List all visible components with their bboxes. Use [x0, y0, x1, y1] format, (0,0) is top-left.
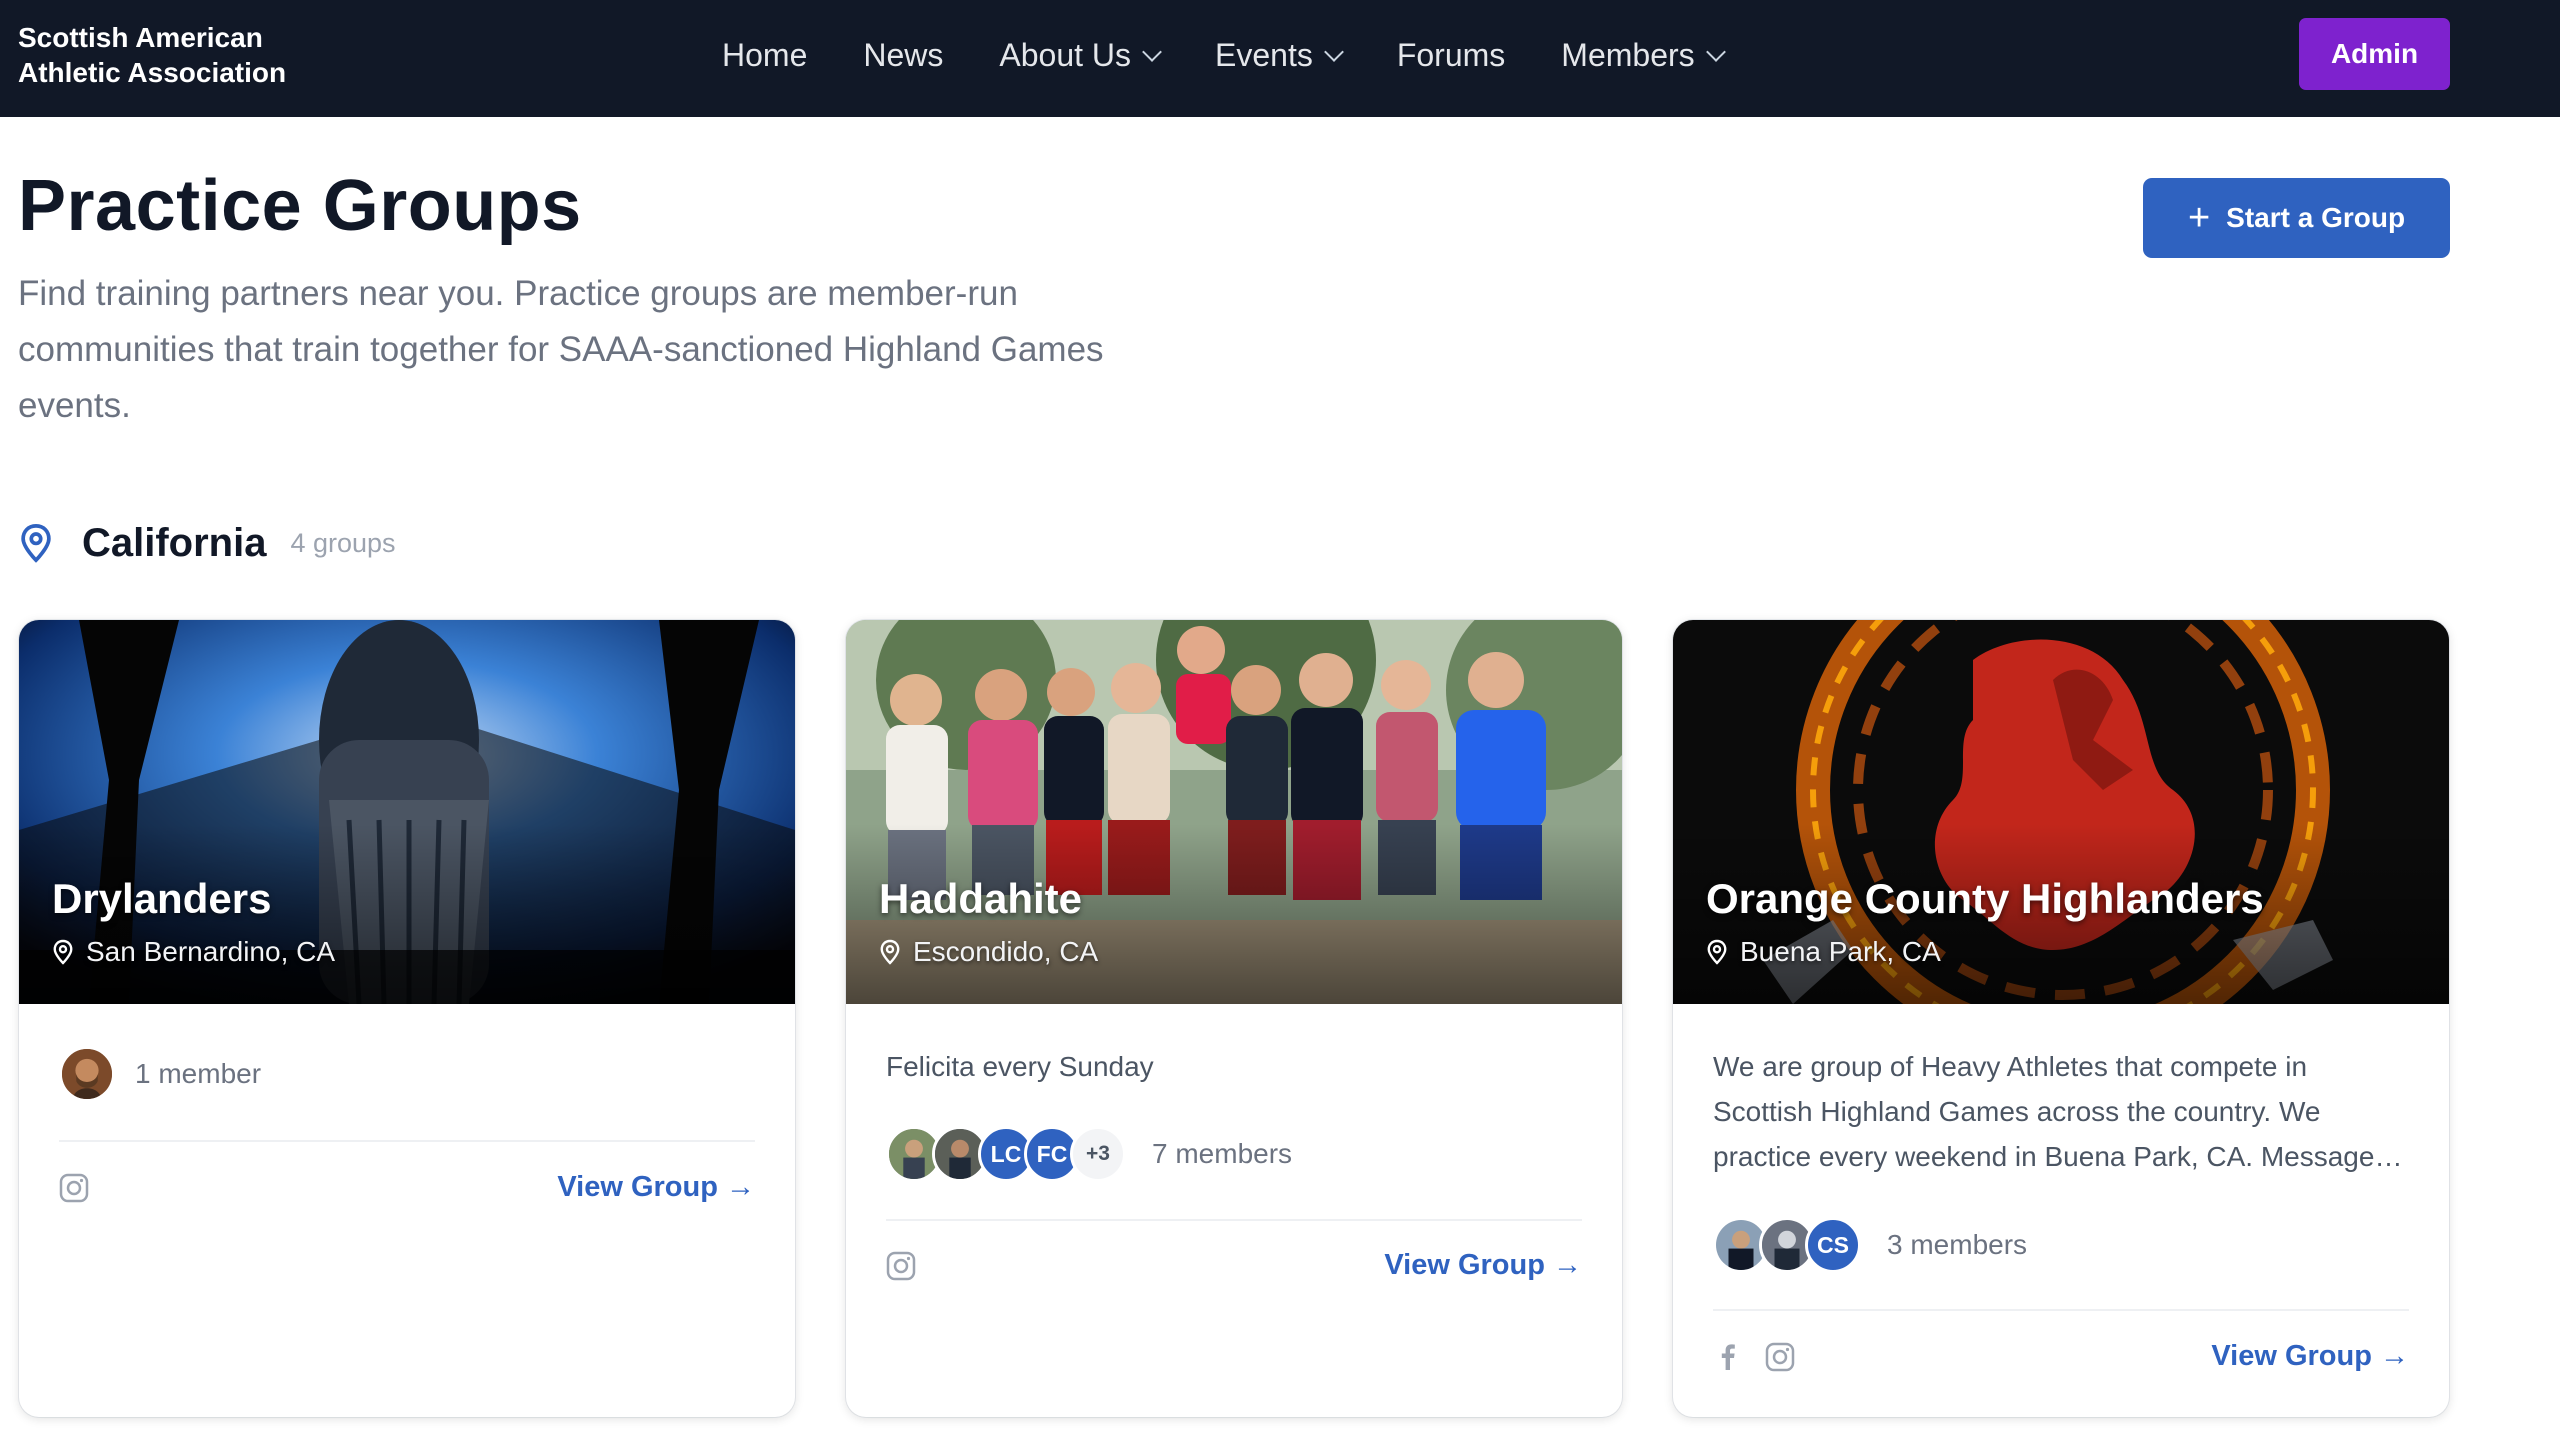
group-card-body: 1 member View Group →	[59, 1004, 755, 1417]
avatar	[59, 1046, 115, 1102]
view-group-link[interactable]: View Group →	[2211, 1340, 2409, 1373]
nav-news-label: News	[863, 36, 944, 73]
nav-members-label: Members	[1561, 36, 1695, 73]
start-group-label: Start a Group	[2226, 202, 2406, 233]
group-location-text: San Bernardino, CA	[86, 936, 336, 967]
group-description: Felicita every Sunday	[886, 1051, 1154, 1082]
nav-events[interactable]: Events	[1215, 36, 1344, 74]
nav-home[interactable]: Home	[722, 37, 807, 74]
brand-logo[interactable]: Scottish American Athletic Association	[18, 20, 286, 90]
group-location-text: Buena Park, CA	[1740, 936, 1941, 967]
nav-members[interactable]: Members	[1561, 36, 1726, 74]
group-image-orange-county-highlanders[interactable]: Orange County Highlanders Buena Park, CA	[1673, 620, 2449, 1004]
nav-forums[interactable]: Forums	[1397, 37, 1505, 74]
map-pin-icon	[53, 939, 73, 965]
brand-line-2: Athletic Association	[18, 57, 287, 88]
group-name: Drylanders	[52, 875, 272, 922]
card-footer: View Group →	[886, 1249, 1582, 1282]
group-location: Buena Park, CA	[1706, 936, 1941, 968]
member-count: 3 members	[1887, 1229, 2028, 1260]
group-card-body: Felicita every Sunday LC FC +3 7 members…	[886, 1004, 1582, 1417]
facebook-icon[interactable]	[1713, 1342, 1743, 1372]
map-pin-icon	[1707, 939, 1727, 965]
admin-button[interactable]: Admin	[2299, 18, 2450, 90]
members-row: CS 3 members	[1713, 1217, 2027, 1273]
chevron-down-icon	[1705, 42, 1726, 62]
brand-line-1: Scottish American	[18, 22, 263, 53]
nav-news[interactable]: News	[863, 37, 943, 74]
region-title: California	[82, 520, 267, 565]
members-row: 1 member	[59, 1046, 261, 1102]
group-card-haddahite[interactable]: Haddahite Escondido, CA Felicita every S…	[846, 620, 1622, 1417]
map-pin-icon	[21, 523, 51, 563]
top-navbar: Scottish American Athletic Association H…	[0, 0, 2560, 117]
instagram-icon[interactable]	[886, 1251, 916, 1281]
member-count: 7 members	[1152, 1138, 1293, 1169]
nav-forums-label: Forums	[1396, 36, 1506, 73]
nav-about-us[interactable]: About Us	[999, 36, 1162, 74]
member-count: 1 member	[135, 1058, 262, 1089]
avatar-initials: CS	[1805, 1217, 1861, 1273]
map-pin-icon	[880, 939, 900, 965]
group-image-haddahite[interactable]: Haddahite Escondido, CA	[846, 620, 1622, 1004]
group-card-orange-county-highlanders[interactable]: Orange County Highlanders Buena Park, CA…	[1673, 620, 2449, 1417]
chevron-down-icon	[1142, 42, 1162, 62]
instagram-icon[interactable]	[1765, 1342, 1795, 1372]
avatar-more-count: +3	[1070, 1126, 1126, 1182]
nav-home-label: Home	[722, 36, 808, 73]
group-location: Escondido, CA	[879, 936, 1098, 968]
card-divider	[886, 1219, 1582, 1221]
card-footer: View Group →	[59, 1171, 755, 1204]
region-header: California 4 groups	[18, 515, 396, 571]
group-location-text: Escondido, CA	[913, 936, 1099, 967]
page-title: Practice Groups	[18, 166, 582, 246]
group-card-drylanders[interactable]: Drylanders San Bernardino, CA 1 member V…	[19, 620, 795, 1417]
group-description: We are group of Heavy Athletes that comp…	[1713, 1051, 2403, 1172]
group-name: Haddahite	[879, 875, 1083, 922]
card-footer: View Group →	[1713, 1340, 2409, 1373]
group-card-body: We are group of Heavy Athletes that comp…	[1713, 1004, 2409, 1417]
start-group-button[interactable]: + Start a Group	[2143, 178, 2450, 258]
group-image-drylanders[interactable]: Drylanders San Bernardino, CA	[19, 620, 795, 1004]
chevron-down-icon	[1323, 42, 1344, 62]
group-location: San Bernardino, CA	[52, 936, 335, 968]
nav-about-us-label: About Us	[999, 36, 1131, 73]
view-group-link[interactable]: View Group →	[557, 1171, 755, 1204]
nav-events-label: Events	[1215, 36, 1313, 73]
view-group-link[interactable]: View Group →	[1384, 1249, 1582, 1282]
nav-menu: Home News About Us Events Forums Members	[722, 0, 1779, 110]
plus-icon: +	[2187, 197, 2211, 239]
group-name: Orange County Highlanders	[1706, 875, 2264, 922]
card-divider	[1713, 1309, 2409, 1311]
instagram-icon[interactable]	[59, 1173, 89, 1203]
region-group-count: 4 groups	[290, 527, 396, 558]
card-divider	[59, 1140, 755, 1142]
members-row: LC FC +3 7 members	[886, 1126, 1292, 1182]
page-description: Find training partners near you. Practic…	[18, 274, 1104, 425]
